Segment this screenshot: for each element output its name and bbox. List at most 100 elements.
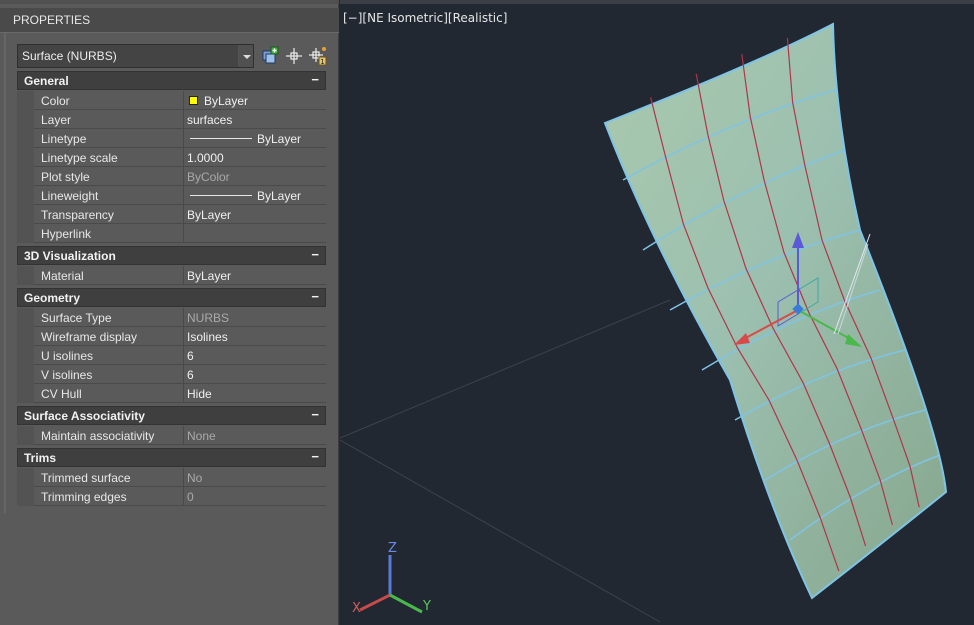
- property-row-trimming-edges[interactable]: Trimming edges 0: [17, 487, 326, 506]
- category-title: General: [24, 74, 69, 88]
- property-name-cell[interactable]: Maintain associativity: [34, 426, 184, 445]
- property-name-cell[interactable]: Linetype scale: [34, 148, 184, 167]
- collapse-icon[interactable]: −: [311, 449, 319, 464]
- property-value-cell[interactable]: 6: [184, 365, 326, 384]
- property-row-surface-type[interactable]: Surface Type NURBS: [17, 308, 326, 327]
- property-value-cell[interactable]: ByLayer: [184, 205, 326, 224]
- property-value-cell[interactable]: ByLayer: [184, 129, 326, 148]
- property-row-trimmed-surface[interactable]: Trimmed surface No: [17, 468, 326, 487]
- color-swatch: [189, 96, 198, 105]
- property-value-cell[interactable]: Hide: [184, 384, 326, 403]
- drawing-viewport[interactable]: Z X Y [−][NE Isometric][Realistic]: [340, 0, 974, 625]
- property-value-cell[interactable]: ByLayer: [184, 186, 326, 205]
- property-row-lineweight[interactable]: Lineweight ByLayer: [17, 186, 326, 205]
- property-name-cell[interactable]: Layer: [34, 110, 184, 129]
- property-name-cell[interactable]: Plot style: [34, 167, 184, 186]
- property-row-linetype-scale[interactable]: Linetype scale 1.0000: [17, 148, 326, 167]
- property-row-wireframe-display[interactable]: Wireframe display Isolines: [17, 327, 326, 346]
- property-name: Material: [41, 269, 84, 283]
- viewport-canvas[interactable]: Z X Y: [340, 0, 974, 625]
- property-value-cell[interactable]: None: [184, 426, 326, 445]
- property-name-cell[interactable]: Surface Type: [34, 308, 184, 327]
- ucs-y-label: Y: [422, 599, 431, 614]
- viewport-controls-label[interactable]: [−][NE Isometric][Realistic]: [343, 11, 507, 25]
- property-value: ByLayer: [204, 94, 249, 108]
- category-general[interactable]: General −: [17, 71, 326, 90]
- property-value-cell[interactable]: Isolines: [184, 327, 326, 346]
- palette-title-bar[interactable]: PROPERTIES: [0, 8, 339, 33]
- property-value-cell[interactable]: NURBS: [184, 308, 326, 327]
- row-gutter: [17, 167, 34, 186]
- properties-palette: PROPERTIES Surface (NURBS) 1 General − C…: [0, 0, 339, 625]
- nurbs-surface[interactable]: [603, 22, 948, 600]
- property-value-cell[interactable]: ByLayer: [184, 91, 326, 110]
- property-name: CV Hull: [41, 387, 82, 401]
- property-name-cell[interactable]: Trimming edges: [34, 487, 184, 506]
- property-value: surfaces: [187, 113, 233, 127]
- svg-text:1: 1: [320, 58, 324, 66]
- property-name-cell[interactable]: Color: [34, 91, 184, 110]
- property-name-cell[interactable]: Wireframe display: [34, 327, 184, 346]
- property-name-cell[interactable]: U isolines: [34, 346, 184, 365]
- collapse-icon[interactable]: −: [311, 289, 319, 304]
- category-geometry[interactable]: Geometry −: [17, 288, 326, 307]
- property-name: Linetype: [41, 132, 87, 146]
- property-value-cell[interactable]: surfaces: [184, 110, 326, 129]
- property-row-maintain-associativity[interactable]: Maintain associativity None: [17, 426, 326, 445]
- collapse-icon[interactable]: −: [311, 247, 319, 262]
- row-gutter: [17, 224, 34, 243]
- property-row-linetype[interactable]: Linetype ByLayer: [17, 129, 326, 148]
- row-gutter: [17, 110, 34, 129]
- property-name-cell[interactable]: Trimmed surface: [34, 468, 184, 487]
- property-row-color[interactable]: Color ByLayer: [17, 91, 326, 110]
- collapse-icon[interactable]: −: [311, 407, 319, 422]
- property-name-cell[interactable]: Hyperlink: [34, 224, 184, 243]
- property-name-cell[interactable]: CV Hull: [34, 384, 184, 403]
- row-gutter: [17, 266, 34, 285]
- toggle-pickadd-icon: 1: [309, 47, 327, 66]
- property-row-transparency[interactable]: Transparency ByLayer: [17, 205, 326, 224]
- property-value-cell[interactable]: 6: [184, 346, 326, 365]
- category-visualization[interactable]: 3D Visualization −: [17, 246, 326, 265]
- chevron-down-icon[interactable]: [238, 45, 253, 67]
- collapse-icon[interactable]: −: [311, 72, 319, 87]
- ucs-x-label: X: [352, 601, 361, 616]
- property-value: ByColor: [187, 170, 230, 184]
- property-value: Hide: [187, 387, 212, 401]
- ucs-icon: Z X Y: [352, 541, 431, 616]
- property-row-plot-style[interactable]: Plot style ByColor: [17, 167, 326, 186]
- property-name-cell[interactable]: Lineweight: [34, 186, 184, 205]
- category-associativity[interactable]: Surface Associativity −: [17, 406, 326, 425]
- palette-top-border: [0, 0, 339, 4]
- property-value-cell[interactable]: 1.0000: [184, 148, 326, 167]
- property-row-cv-hull[interactable]: CV Hull Hide: [17, 384, 326, 403]
- property-name-cell[interactable]: V isolines: [34, 365, 184, 384]
- property-value-cell[interactable]: No: [184, 468, 326, 487]
- property-name-cell[interactable]: Transparency: [34, 205, 184, 224]
- property-value-cell[interactable]: 0: [184, 487, 326, 506]
- property-name-cell[interactable]: Material: [34, 266, 184, 285]
- property-value-cell[interactable]: [184, 224, 326, 243]
- property-value: ByLayer: [187, 208, 232, 222]
- property-name: Trimming edges: [41, 490, 127, 504]
- property-name: Plot style: [41, 170, 90, 184]
- quick-select-button[interactable]: [260, 46, 280, 66]
- property-name: V isolines: [41, 368, 93, 382]
- property-row-material[interactable]: Material ByLayer: [17, 266, 326, 285]
- property-value: 6: [187, 349, 194, 363]
- palette-side-strip[interactable]: [4, 33, 6, 513]
- pick-objects-button[interactable]: [284, 46, 304, 66]
- category-trims[interactable]: Trims −: [17, 448, 326, 467]
- property-row-layer[interactable]: Layer surfaces: [17, 110, 326, 129]
- property-name: Lineweight: [41, 189, 99, 203]
- property-value-cell[interactable]: ByColor: [184, 167, 326, 186]
- property-value-cell[interactable]: ByLayer: [184, 266, 326, 285]
- object-type-dropdown[interactable]: Surface (NURBS): [17, 44, 254, 68]
- property-row-u-isolines[interactable]: U isolines 6: [17, 346, 326, 365]
- property-value: NURBS: [187, 311, 230, 325]
- property-row-v-isolines[interactable]: V isolines 6: [17, 365, 326, 384]
- property-name-cell[interactable]: Linetype: [34, 129, 184, 148]
- property-row-hyperlink[interactable]: Hyperlink: [17, 224, 326, 243]
- property-value: ByLayer: [257, 132, 302, 146]
- toggle-pickadd-button[interactable]: 1: [308, 46, 328, 66]
